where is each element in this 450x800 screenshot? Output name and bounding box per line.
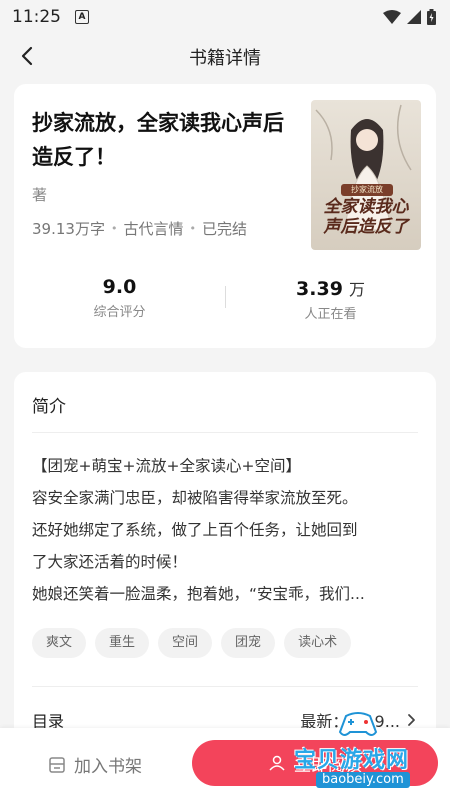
intro-line: 她娘还笑着一脸温柔，抱着她，“安宝乖，我们... — [32, 585, 365, 603]
tag-list: 爽文 重生 空间 团宠 读心术 — [32, 628, 352, 658]
add-to-shelf-label: 加入书架 — [74, 757, 142, 777]
reader-icon — [269, 755, 285, 771]
tag-chip[interactable]: 读心术 — [284, 628, 352, 658]
intro-line: 【团宠+萌宝+流放+全家读心+空间】 — [32, 457, 301, 475]
book-meta: 39.13万字 • 古代言情 • 已完结 — [32, 218, 247, 239]
book-stats: 9.0 综合评分 3.39 万 人正在看 — [14, 272, 436, 328]
intro-line: 了大家还活着的时候！ — [32, 553, 188, 571]
bottom-action-bar: 加入书架 立即阅读 — [0, 728, 450, 800]
title-bar: 书籍详情 — [0, 34, 450, 80]
readers-value-row: 3.39 万 — [225, 276, 436, 300]
read-now-button[interactable]: 立即阅读 — [192, 740, 438, 786]
word-count: 39.13万字 — [32, 220, 105, 238]
tag-chip[interactable]: 团宠 — [221, 628, 276, 658]
battery-icon — [427, 9, 436, 25]
cover-title-line1: 全家读我心 — [323, 197, 409, 217]
rating-stat: 9.0 综合评分 — [14, 272, 225, 328]
book-info-card: 抄家流放，全家读我心声后造反了！ 著 39.13万字 • 古代言情 • 已完结 … — [14, 84, 436, 348]
back-arrow-icon[interactable] — [14, 42, 42, 70]
tag-chip[interactable]: 爽文 — [32, 628, 87, 658]
divider — [32, 686, 418, 687]
meta-separator: • — [110, 222, 118, 235]
cover-title-line2: 声后造反了 — [323, 217, 409, 237]
book-author: 著 — [32, 186, 48, 204]
intro-line: 还好她绑定了系统，做了上百个任务，让她回到 — [32, 521, 358, 539]
readers-unit: 万 — [348, 280, 365, 299]
tag-chip[interactable]: 重生 — [95, 628, 150, 658]
cover-badge: 抄家流放 — [351, 185, 383, 194]
intro-line: 容安全家满门忠臣，却被陷害得举家流放至死。 — [32, 489, 358, 507]
tag-chip[interactable]: 空间 — [158, 628, 213, 658]
status-time: 11:25 — [12, 7, 61, 27]
rating-label: 综合评分 — [93, 305, 146, 320]
readers-label: 人正在看 — [304, 307, 357, 322]
read-now-label: 立即阅读 — [294, 755, 362, 776]
book-genre: 古代言情 — [123, 220, 184, 238]
meta-separator: • — [189, 222, 196, 235]
book-title: 抄家流放，全家读我心声后造反了！ — [32, 111, 284, 169]
book-cover[interactable]: 抄家流放 全家读我心 声后造反了 — [311, 100, 421, 250]
page-title: 书籍详情 — [189, 48, 261, 69]
wifi-icon — [383, 10, 401, 24]
readers-stat: 3.39 万 人正在看 — [225, 272, 436, 328]
status-bar: 11:25 A — [0, 0, 450, 34]
intro-text[interactable]: 【团宠+萌宝+流放+全家读心+空间】 容安全家满门忠臣，却被陷害得举家流放至死。… — [32, 450, 422, 610]
divider — [32, 432, 418, 433]
intro-card: 简介 【团宠+萌宝+流放+全家读心+空间】 容安全家满门忠臣，却被陷害得举家流放… — [14, 372, 436, 752]
intro-heading: 简介 — [32, 397, 66, 417]
book-status: 已完结 — [201, 220, 247, 238]
readers-value: 3.39 — [296, 278, 343, 300]
rating-value: 9.0 — [102, 276, 137, 298]
add-to-shelf-button[interactable]: 加入书架 — [48, 752, 142, 777]
chevron-right-icon — [408, 714, 415, 726]
notification-icon: A — [75, 10, 89, 24]
signal-icon — [407, 10, 421, 24]
bookshelf-icon — [49, 756, 65, 773]
